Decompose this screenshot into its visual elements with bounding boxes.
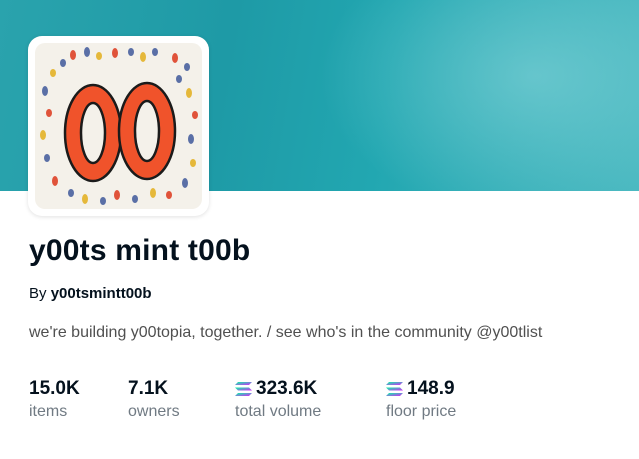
- stat-label: total volume: [235, 403, 322, 420]
- stat-value: 15.0K: [29, 376, 80, 402]
- collection-title: y00ts mint t00b: [29, 234, 251, 267]
- stat-value: 148.9: [386, 376, 456, 402]
- stat-value-text: 7.1K: [128, 378, 169, 399]
- stat-value-text: 15.0K: [29, 378, 80, 399]
- banner-glow: [319, 0, 639, 191]
- solana-icon: [235, 382, 252, 396]
- stat-label: items: [29, 403, 68, 420]
- creator-byline: By y00tsmintt00b: [29, 285, 152, 302]
- stat-value: 7.1K: [128, 376, 180, 402]
- stat-value-text: 148.9: [407, 378, 455, 399]
- stat-items[interactable]: 15.0K items: [29, 376, 80, 421]
- collection-avatar[interactable]: [28, 36, 209, 216]
- by-label: By: [29, 285, 47, 302]
- stat-owners[interactable]: 7.1K owners: [128, 376, 180, 421]
- y00ts-logo-image: [35, 43, 202, 209]
- stat-value-text: 323.6K: [256, 378, 318, 399]
- collection-description: we're building y00topia, together. / see…: [29, 324, 543, 341]
- stat-total-volume[interactable]: 323.6K total volume: [235, 376, 321, 421]
- stat-value: 323.6K: [235, 376, 321, 402]
- solana-icon: [386, 382, 403, 396]
- stat-label: floor price: [386, 403, 457, 420]
- stat-floor-price[interactable]: 148.9 floor price: [386, 376, 456, 421]
- stat-label: owners: [128, 403, 180, 420]
- creator-link[interactable]: y00tsmintt00b: [51, 285, 152, 302]
